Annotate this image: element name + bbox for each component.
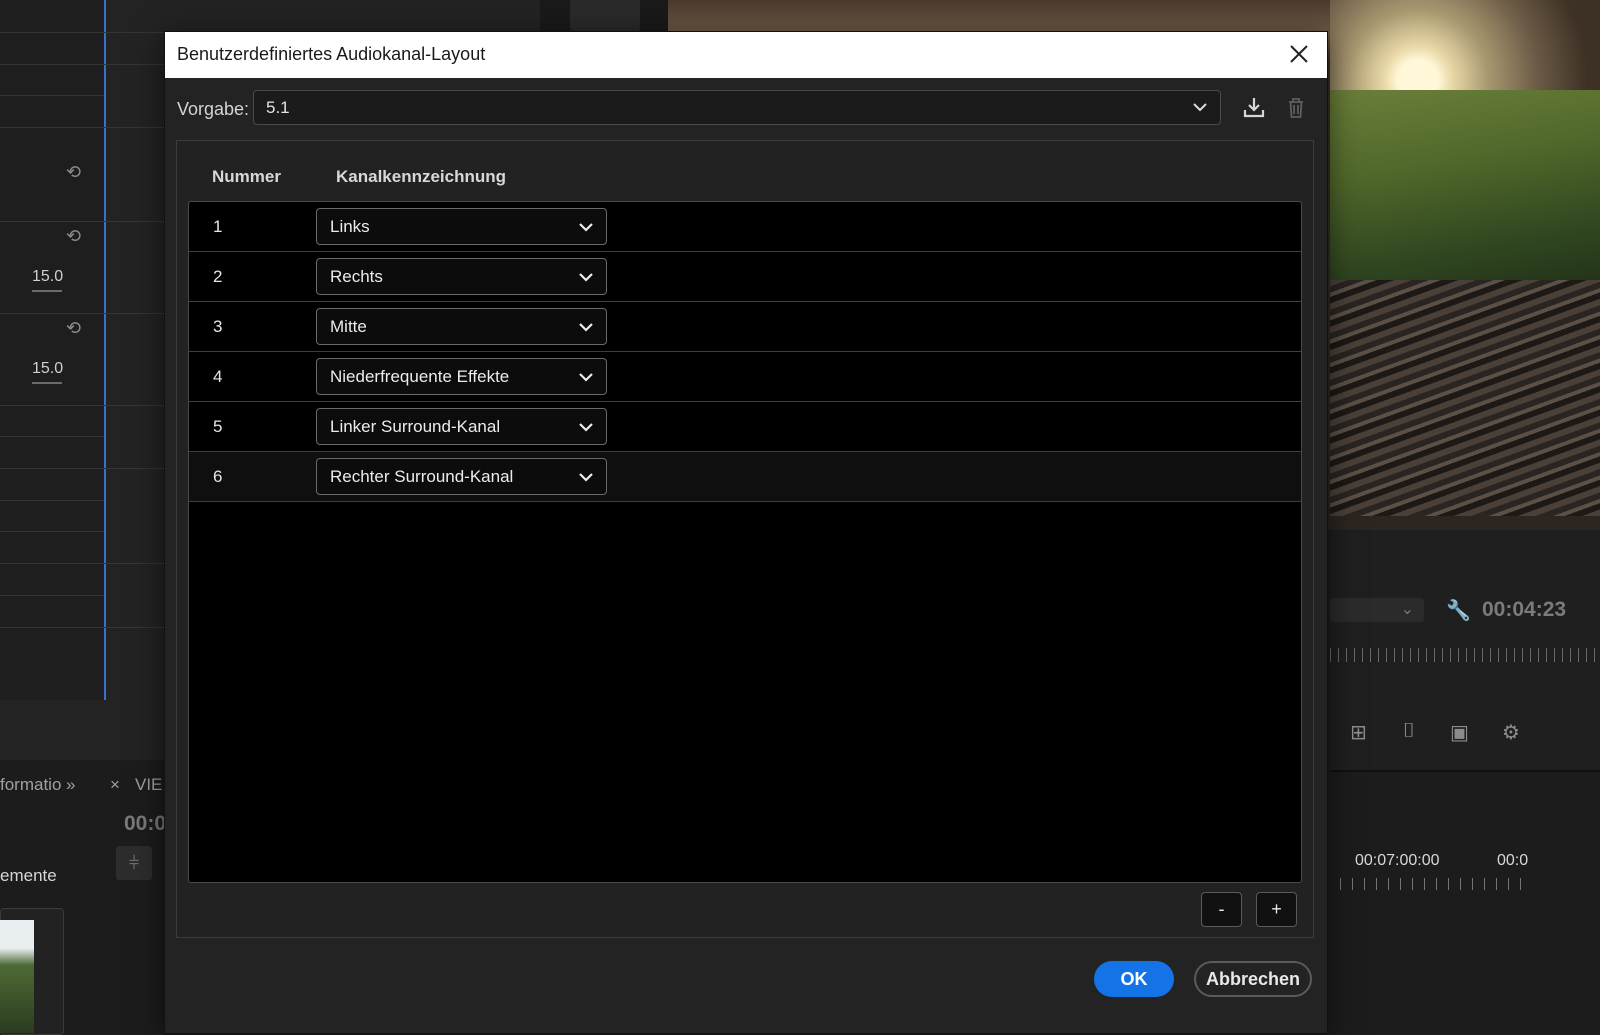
dialog-title: Benutzerdefiniertes Audiokanal-Layout xyxy=(177,44,486,64)
timeline-time: 00:07:00:00 xyxy=(1355,852,1440,869)
tab-info[interactable]: formatio xyxy=(0,775,61,795)
tab-view[interactable]: VIE xyxy=(135,775,162,795)
divider xyxy=(0,405,170,406)
channel-number: 1 xyxy=(213,217,223,236)
param-value[interactable]: 15.0 xyxy=(32,268,63,292)
table-row: 3 Mitte xyxy=(189,302,1301,352)
bottom-timecode: 00:0 xyxy=(124,812,167,835)
channel-select-value: Niederfrequente Effekte xyxy=(330,367,510,386)
close-icon[interactable] xyxy=(1283,38,1315,70)
divider xyxy=(0,127,170,128)
channel-select[interactable]: Rechts xyxy=(316,258,607,295)
reset-icon[interactable]: ⟲ xyxy=(66,162,92,182)
audio-channel-layout-dialog: Benutzerdefiniertes Audiokanal-Layout Vo… xyxy=(165,32,1327,1033)
toolbar-button[interactable] xyxy=(570,0,640,32)
chevron-down-icon xyxy=(579,223,593,232)
channel-select-value: Rechts xyxy=(330,267,383,286)
snap-icon[interactable]: ⫩ xyxy=(116,846,152,880)
settings-icon[interactable]: ⚙ xyxy=(1502,720,1520,745)
channel-select-value: Links xyxy=(330,217,370,236)
more-tabs-icon[interactable]: » xyxy=(66,775,75,795)
cancel-button[interactable]: Abbrechen xyxy=(1194,961,1312,997)
divider xyxy=(0,313,170,314)
divider xyxy=(0,595,104,596)
monitor-timecode: 00:04:23 xyxy=(1482,598,1567,621)
channel-select[interactable]: Mitte xyxy=(316,308,607,345)
chevron-down-icon: ⌄ xyxy=(1400,601,1414,618)
timeline-panel xyxy=(1330,770,1600,1035)
divider xyxy=(0,436,104,437)
chevron-down-icon xyxy=(579,473,593,482)
program-monitor-hill xyxy=(1330,90,1600,310)
wrench-icon[interactable]: 🔧 xyxy=(1446,598,1471,623)
channel-layout-panel: Nummer Kanalkennzeichnung 1 Links 2 Rech… xyxy=(176,140,1314,938)
save-preset-icon[interactable] xyxy=(1240,94,1268,122)
table-row: 2 Rechts xyxy=(189,252,1301,302)
param-value[interactable]: 15.0 xyxy=(32,360,63,384)
preset-select[interactable]: 5.1 xyxy=(253,90,1221,125)
close-tab-icon[interactable]: × xyxy=(110,775,120,795)
channel-select-value: Rechter Surround-Kanal xyxy=(330,467,514,486)
channel-number: 6 xyxy=(213,467,223,486)
reset-icon[interactable]: ⟲ xyxy=(66,318,92,338)
elements-label: emente xyxy=(0,866,57,885)
remove-channel-button[interactable]: - xyxy=(1201,892,1242,927)
table-row: 6 Rechter Surround-Kanal xyxy=(189,452,1301,502)
table-row: 4 Niederfrequente Effekte xyxy=(189,352,1301,402)
channel-number: 3 xyxy=(213,317,223,336)
channel-select[interactable]: Linker Surround-Kanal xyxy=(316,408,607,445)
program-monitor-roof xyxy=(1330,280,1600,516)
camera-icon[interactable]: ⌷ xyxy=(1403,720,1415,743)
dialog-titlebar: Benutzerdefiniertes Audiokanal-Layout xyxy=(165,32,1327,78)
channel-number: 5 xyxy=(213,417,223,436)
divider xyxy=(0,221,170,222)
add-channel-button[interactable]: + xyxy=(1256,892,1297,927)
insert-icon[interactable]: ⊞ xyxy=(1350,720,1367,745)
ok-button[interactable]: OK xyxy=(1094,961,1174,997)
table-row: 5 Linker Surround-Kanal xyxy=(189,402,1301,452)
chevron-down-icon xyxy=(579,423,593,432)
chevron-down-icon xyxy=(579,373,593,382)
divider xyxy=(0,627,170,628)
channel-select-value: Mitte xyxy=(330,317,367,336)
channel-select-value: Linker Surround-Kanal xyxy=(330,417,501,436)
channel-table: 1 Links 2 Rechts 3 Mitte 4 Niederfrequen… xyxy=(188,201,1302,883)
channel-select[interactable]: Links xyxy=(316,208,607,245)
channel-number: 2 xyxy=(213,267,223,286)
column-header-channel: Kanalkennzeichnung xyxy=(336,167,507,186)
compare-icon[interactable]: ▣ xyxy=(1450,720,1469,745)
divider xyxy=(0,468,170,469)
reset-icon[interactable]: ⟲ xyxy=(66,226,92,246)
divider xyxy=(0,563,170,564)
divider xyxy=(0,95,104,96)
channel-select[interactable]: Rechter Surround-Kanal xyxy=(316,458,607,495)
divider xyxy=(0,500,104,501)
divider xyxy=(0,64,170,65)
delete-preset-icon[interactable] xyxy=(1282,94,1310,122)
timeline-ruler[interactable] xyxy=(1340,878,1530,890)
chevron-down-icon xyxy=(579,323,593,332)
column-header-number: Nummer xyxy=(212,167,281,186)
channel-select[interactable]: Niederfrequente Effekte xyxy=(316,358,607,395)
preset-label: Vorgabe: xyxy=(177,99,250,119)
divider xyxy=(0,531,104,532)
table-row: 1 Links xyxy=(189,202,1301,252)
divider xyxy=(0,32,170,33)
monitor-ruler[interactable] xyxy=(1330,648,1600,662)
media-thumbnail[interactable] xyxy=(0,920,34,1033)
channel-number: 4 xyxy=(213,367,223,386)
fit-select[interactable]: ⌄ xyxy=(1330,598,1424,622)
chevron-down-icon xyxy=(1193,103,1207,112)
preset-value: 5.1 xyxy=(266,98,290,117)
chevron-down-icon xyxy=(579,273,593,282)
timeline-time: 00:0 xyxy=(1497,852,1529,869)
